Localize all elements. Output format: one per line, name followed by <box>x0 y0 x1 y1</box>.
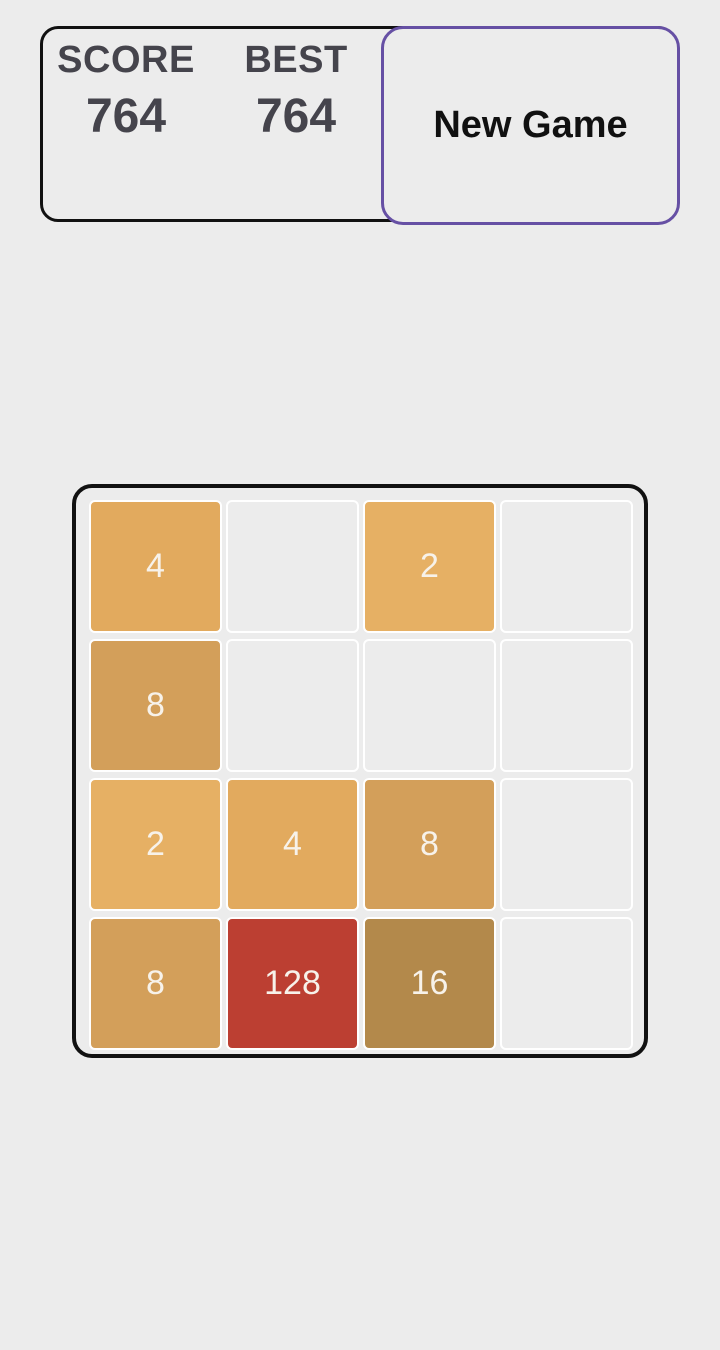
tile-2: 2 <box>89 778 222 911</box>
tile-16: 16 <box>363 917 496 1050</box>
best-label: BEST <box>244 39 348 81</box>
tile-8: 8 <box>363 778 496 911</box>
score-label: SCORE <box>57 39 195 81</box>
tile-8: 8 <box>89 917 222 1050</box>
empty-cell <box>500 500 633 633</box>
best-value: 764 <box>255 90 337 143</box>
tile-4: 4 <box>226 778 359 911</box>
empty-cell <box>500 639 633 772</box>
best-score-box: BEST 764 <box>221 37 371 147</box>
empty-cell <box>226 500 359 633</box>
tile-2: 2 <box>363 500 496 633</box>
tile-8: 8 <box>89 639 222 772</box>
game-board[interactable]: 4 2 8 2 4 8 8 128 16 <box>72 484 648 1058</box>
empty-cell <box>363 639 496 772</box>
empty-cell <box>500 778 633 911</box>
empty-cell <box>500 917 633 1050</box>
score-box: SCORE 764 <box>51 37 201 147</box>
tile-128: 128 <box>226 917 359 1050</box>
new-game-button[interactable]: New Game <box>381 26 680 225</box>
score-value: 764 <box>85 90 167 143</box>
tile-4: 4 <box>89 500 222 633</box>
empty-cell <box>226 639 359 772</box>
